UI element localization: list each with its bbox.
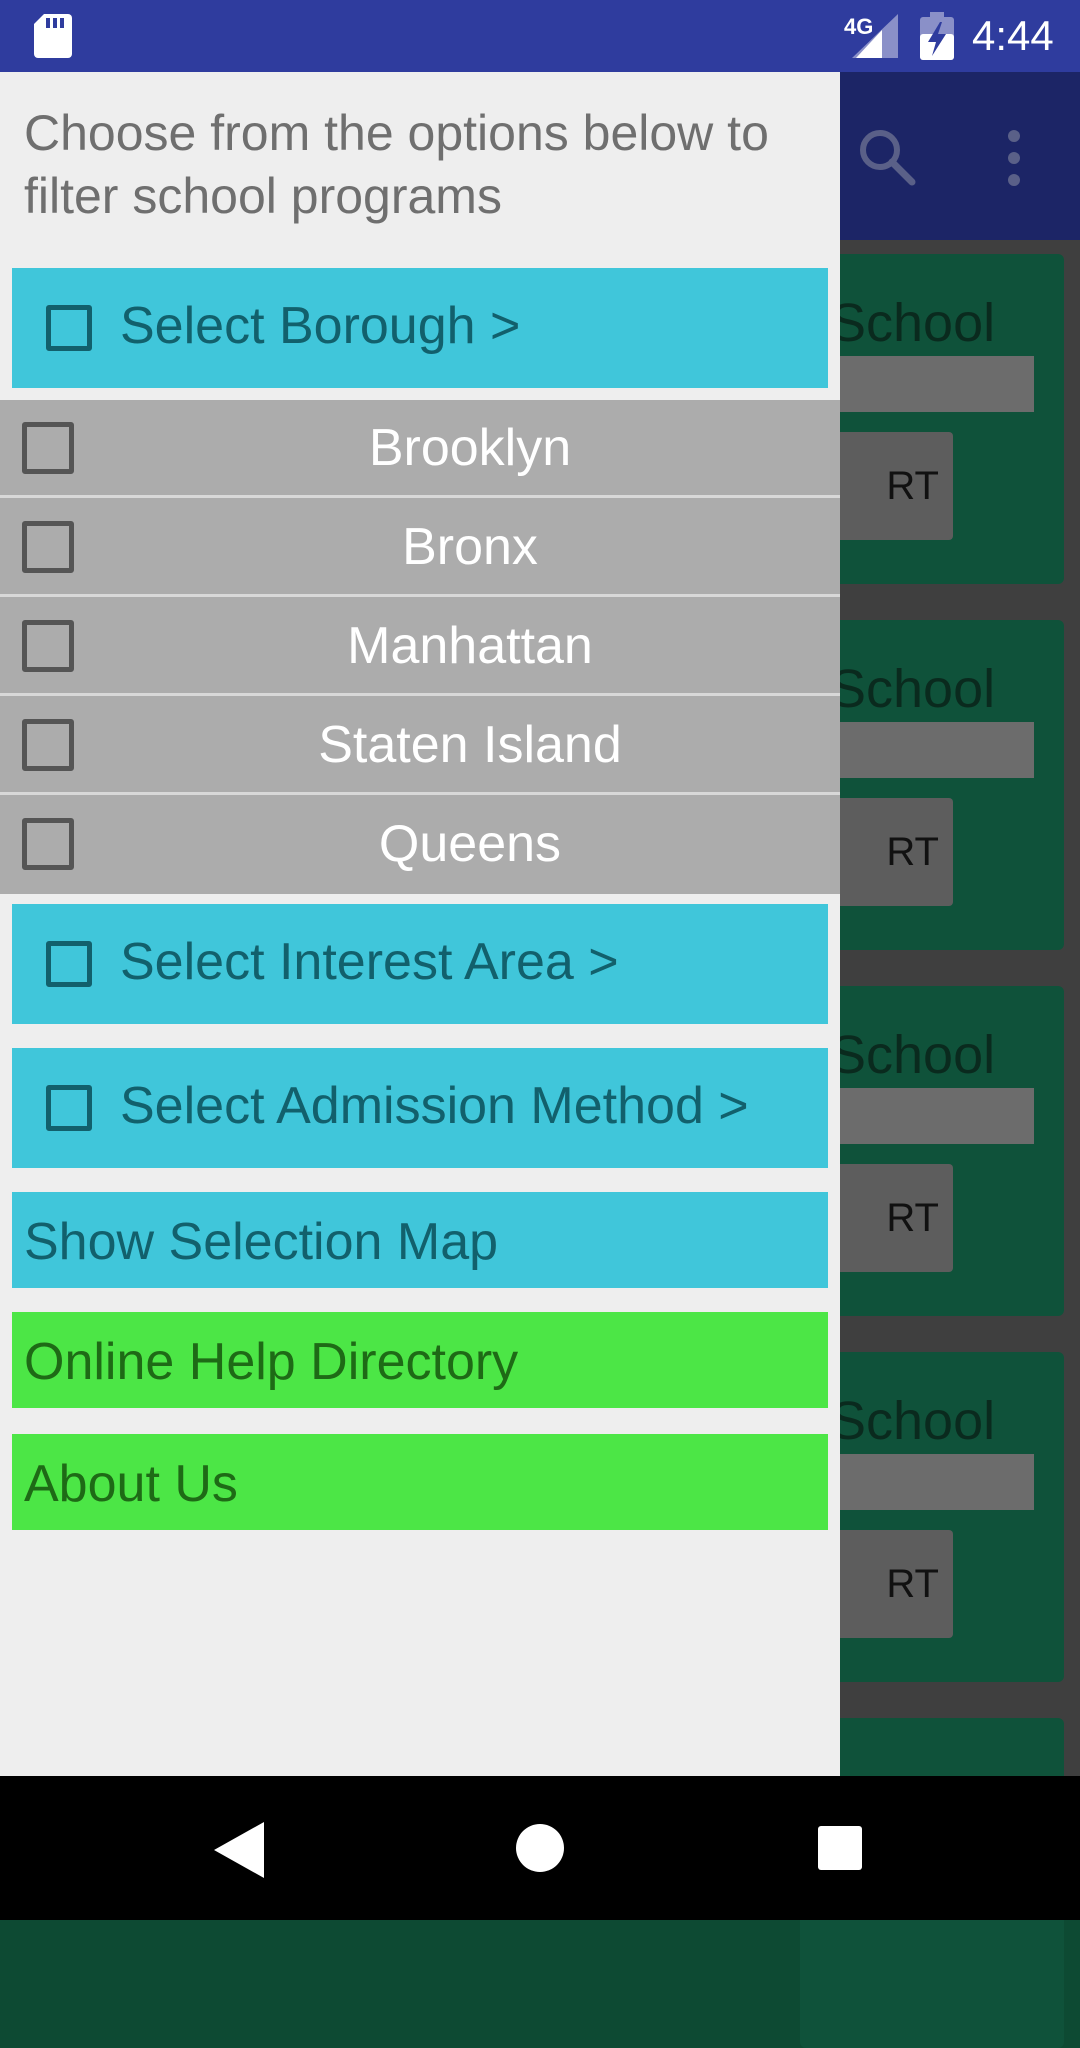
borough-label: Brooklyn [368, 419, 572, 477]
clock: 4:44 [972, 12, 1054, 59]
borough-item-brooklyn[interactable]: Brooklyn [0, 400, 840, 498]
about-label: About Us [24, 1455, 238, 1513]
borough-item-staten-island[interactable]: Staten Island [0, 697, 840, 795]
online-help-directory-button[interactable]: Online Help Directory [12, 1312, 828, 1408]
drawer-intro-text: Choose from the options below to filter … [24, 105, 769, 224]
borough-item-manhattan[interactable]: Manhattan [0, 598, 840, 696]
signal-icon [852, 14, 898, 58]
recent-apps-icon[interactable] [818, 1826, 862, 1870]
borough-header-checkbox[interactable] [46, 305, 92, 351]
borough-label: Manhattan [347, 617, 593, 675]
interest-header-checkbox[interactable] [46, 941, 92, 987]
overflow-menu-icon[interactable] [1000, 128, 1028, 188]
show-map-label: Show Selection Map [24, 1213, 499, 1271]
card-placeholder [830, 1088, 1034, 1144]
select-interest-label: Select Interest Area > [120, 933, 619, 991]
card-title: School [830, 293, 996, 353]
card-title: School [830, 1025, 996, 1085]
show-selection-map-button[interactable]: Show Selection Map [12, 1192, 828, 1288]
filter-drawer: Choose from the options below to filter … [0, 72, 840, 1776]
borough-list: Brooklyn Bronx Manhattan Staten Island Q… [0, 400, 840, 894]
select-borough-header[interactable]: Select Borough > [12, 268, 828, 388]
borough-item-bronx[interactable]: Bronx [0, 499, 840, 597]
sd-card-icon [34, 14, 72, 58]
select-admission-label: Select Admission Method > [120, 1077, 749, 1135]
status-bar: 4G 4:44 [0, 0, 1080, 72]
battery-charging-icon [920, 12, 954, 60]
borough-label: Bronx [402, 518, 538, 576]
card-title: School [830, 1391, 996, 1451]
card-button[interactable]: RT [830, 1530, 953, 1638]
select-admission-method-header[interactable]: Select Admission Method > [12, 1048, 828, 1168]
card-button[interactable]: RT [830, 1164, 953, 1272]
back-icon[interactable] [214, 1822, 264, 1878]
card-placeholder [830, 356, 1034, 412]
select-borough-label: Select Borough > [120, 297, 521, 355]
borough-label: Queens [378, 815, 562, 873]
card-placeholder [830, 1454, 1034, 1510]
system-nav-bar [0, 1776, 1080, 1920]
select-interest-area-header[interactable]: Select Interest Area > [12, 904, 828, 1024]
search-icon[interactable] [856, 126, 916, 186]
borough-label: Staten Island [318, 716, 622, 774]
about-us-button[interactable]: About Us [12, 1434, 828, 1530]
home-icon[interactable] [516, 1824, 564, 1872]
admission-header-checkbox[interactable] [46, 1085, 92, 1131]
borough-item-queens[interactable]: Queens [0, 796, 840, 894]
help-label: Online Help Directory [24, 1333, 519, 1391]
